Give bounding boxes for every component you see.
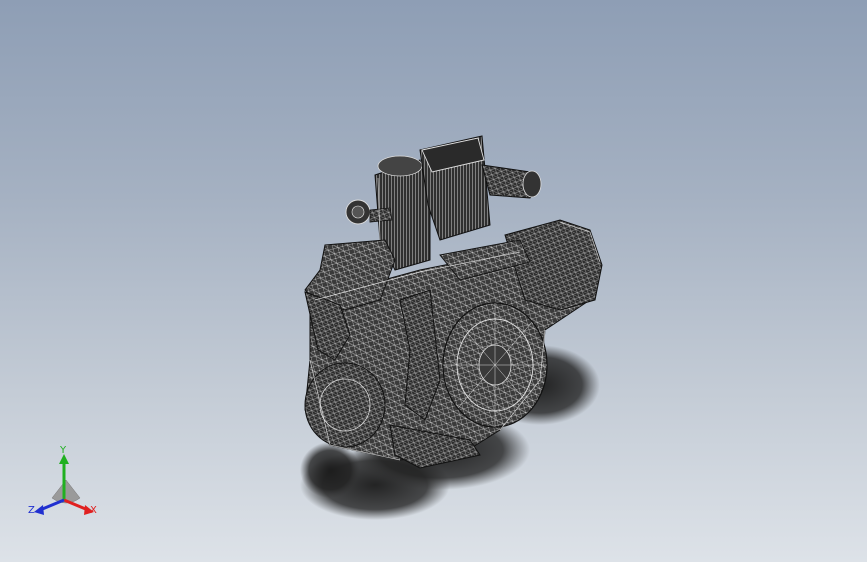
z-axis-label: Z: [28, 505, 35, 516]
y-axis-label: Y: [60, 445, 67, 456]
intake-pipe[interactable]: [481, 164, 542, 199]
z-axis-arrow-icon: [34, 505, 44, 515]
orientation-triad[interactable]: Y X Z: [22, 445, 106, 524]
z-axis-line: [39, 498, 65, 512]
x-axis-line: [63, 498, 89, 512]
engine-model[interactable]: [0, 0, 867, 562]
graphics-viewport[interactable]: Y X Z: [0, 0, 867, 562]
x-axis-label: X: [90, 505, 97, 516]
